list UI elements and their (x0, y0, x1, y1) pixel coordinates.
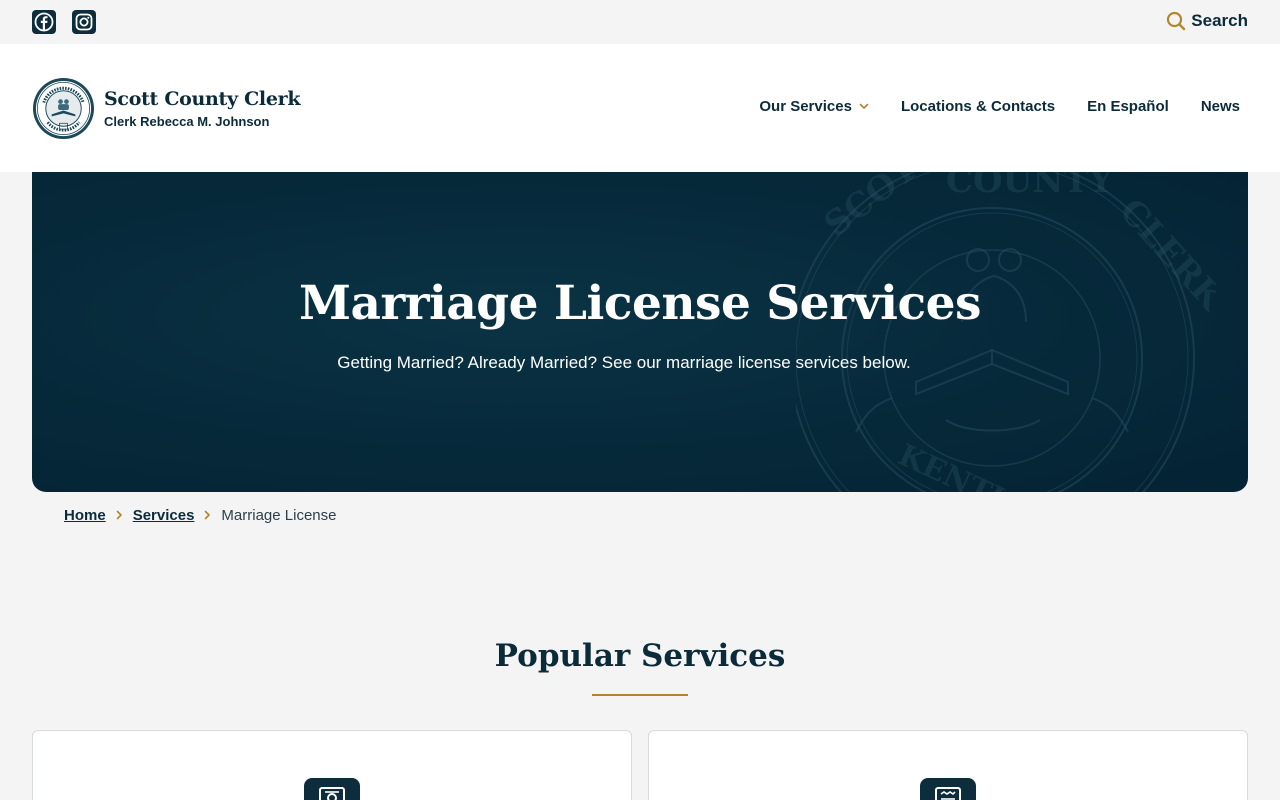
service-card[interactable] (32, 730, 632, 800)
instagram-icon (75, 13, 93, 31)
chevron-right-icon (204, 507, 211, 524)
nav-our-services-label: Our Services (759, 98, 852, 115)
popular-services-heading: Popular Services (494, 638, 786, 674)
nav-news[interactable]: News (1201, 98, 1240, 115)
page-title: Marriage License Services (298, 276, 982, 331)
page-subtitle: Getting Married? Already Married? See ou… (337, 353, 911, 372)
main-nav: Our Services Locations & Contacts En Esp… (759, 98, 1240, 115)
service-card-icon-badge (920, 778, 976, 800)
brand-text: Scott County Clerk Clerk Rebecca M. John… (104, 88, 301, 129)
breadcrumb-current: Marriage License (221, 507, 337, 524)
site-header: Scott County Clerk Clerk Rebecca M. John… (0, 44, 1280, 172)
breadcrumb: Home Services Marriage License (64, 507, 336, 524)
utility-bar: Search (0, 0, 1280, 44)
document-icon (935, 787, 961, 800)
heading-divider (592, 694, 688, 696)
search-icon (1167, 11, 1186, 31)
search-button[interactable]: Search (1166, 11, 1248, 31)
certificate-icon (319, 787, 345, 800)
clerk-name: Clerk Rebecca M. Johnson (104, 114, 270, 129)
breadcrumb-home[interactable]: Home (64, 507, 106, 524)
home-logo-link[interactable]: Scott County Clerk Clerk Rebecca M. John… (32, 77, 301, 140)
chevron-down-icon (859, 103, 869, 109)
facebook-icon (34, 12, 54, 32)
nav-locations-contacts[interactable]: Locations & Contacts (901, 98, 1055, 115)
nav-our-services[interactable]: Our Services (759, 98, 869, 115)
instagram-link[interactable] (72, 10, 96, 34)
hero-banner: SCOTT COUNTY CLERK KENTUCKY Marriage Lic… (32, 172, 1248, 492)
nav-en-espanol[interactable]: En Español (1087, 98, 1169, 115)
search-label: Search (1191, 11, 1248, 30)
breadcrumb-services[interactable]: Services (133, 507, 195, 524)
site-title: Scott County Clerk (104, 88, 301, 110)
county-seal-logo (32, 77, 95, 140)
watermark-seal-graphic: SCOTT COUNTY CLERK KENTUCKY (796, 172, 1216, 492)
chevron-right-icon (116, 507, 123, 524)
facebook-link[interactable] (32, 10, 56, 34)
service-card-icon-badge (304, 778, 360, 800)
svg-text:SCOTT: SCOTT (817, 172, 945, 245)
social-links (32, 10, 96, 34)
svg-text:COUNTY: COUNTY (946, 172, 1114, 201)
service-card[interactable] (648, 730, 1248, 800)
